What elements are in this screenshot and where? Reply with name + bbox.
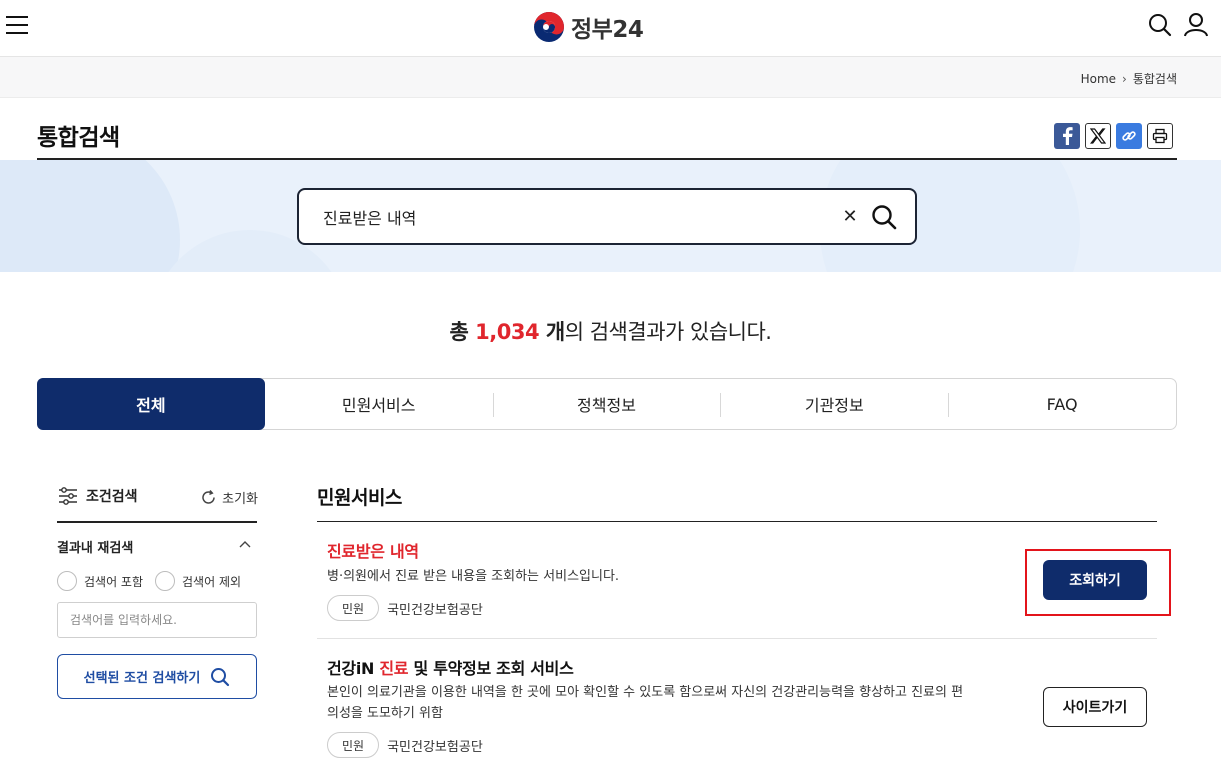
condition-search-button[interactable]: 선택된 조건 검색하기 [57,654,257,699]
filter-sliders-icon [59,487,77,505]
breadcrumb: Home › 통합검색 [1081,70,1177,87]
result-meta: 민원 국민건강보험공단 [327,595,483,621]
filter-title-label: 조건검색 [86,489,138,505]
breadcrumb-home[interactable]: Home [1081,72,1116,86]
share-toolbar [1054,123,1173,149]
condition-search-label: 선택된 조건 검색하기 [83,671,201,686]
result-divider [317,638,1157,639]
result-count-unit: 개 [539,320,565,344]
radio-circle[interactable] [57,571,77,591]
link-icon[interactable] [1116,123,1142,149]
refine-search-input[interactable] [57,602,257,638]
category-chip: 민원 [327,595,380,621]
search-icon[interactable] [1147,12,1173,38]
result-count: 총 1,034 개의 검색결과가 있습니다. [0,316,1221,346]
tab-agency-info[interactable]: 기관정보 [720,379,948,429]
logo-text: 정부24 [571,17,644,43]
tab-civil-services[interactable]: 민원서비스 [265,379,493,429]
breadcrumb-band: Home › 통합검색 [0,57,1221,98]
result-title-part: 건강iN [327,659,380,678]
result-meta: 민원 국민건강보험공단 [327,732,483,758]
result-item: 건강iN 진료 및 투약정보 조회 서비스 본인이 의료기관을 이용한 내역을 … [317,655,1157,765]
result-count-suffix: 의 검색결과가 있습니다. [564,320,772,344]
visit-site-button[interactable]: 사이트가기 [1043,687,1147,727]
radio-include-keyword[interactable]: 검색어 포함 [57,571,143,591]
chevron-up-icon[interactable] [236,536,254,552]
search-icon[interactable] [869,202,899,232]
clear-icon[interactable]: ✕ [839,204,861,230]
result-title-part: 및 투약정보 조회 서비스 [408,659,574,678]
search-icon [211,667,230,686]
print-icon[interactable] [1147,123,1173,149]
radio-include-label: 검색어 포함 [84,574,144,589]
site-header: 정부24 [0,0,1221,57]
filter-divider [57,521,257,523]
radio-exclude-label: 검색어 제외 [182,574,242,589]
section-divider [317,521,1157,522]
site-logo[interactable]: 정부24 [533,10,644,44]
tab-faq[interactable]: FAQ [948,379,1176,429]
x-icon[interactable] [1085,123,1111,149]
facebook-icon[interactable] [1054,123,1080,149]
chevron-right-icon: › [1122,71,1127,86]
result-count-prefix: 총 [449,320,476,344]
user-icon[interactable] [1183,12,1209,38]
category-chip: 민원 [327,732,380,758]
filter-header: 조건검색 초기화 [58,486,258,508]
category-tabs: 전체 민원서비스 정책정보 기관정보 FAQ [37,378,1177,430]
decor-circle [0,160,180,272]
filter-title: 조건검색 [58,486,138,506]
menu-icon[interactable] [6,16,28,36]
refine-options: 검색어 포함 검색어 제외 [57,571,241,591]
radio-circle[interactable] [155,571,176,591]
refresh-icon [202,490,215,504]
section-title: 민원서비스 [317,487,402,509]
result-description: 본인이 의료기관을 이용한 내역을 한 곳에 모아 확인할 수 있도록 함으로써… [327,685,964,700]
reset-button[interactable]: 초기화 [200,488,258,507]
radio-exclude-keyword[interactable]: 검색어 제외 [155,571,241,591]
tab-all[interactable]: 전체 [37,378,265,430]
search-input[interactable] [323,204,803,230]
view-button[interactable]: 조회하기 [1043,560,1147,600]
taegeuk-logo-icon [534,12,564,42]
result-count-number: 1,034 [475,320,540,344]
breadcrumb-current: 통합검색 [1132,72,1177,86]
tab-policy-info[interactable]: 정책정보 [492,379,721,429]
search-box: ✕ [297,188,917,245]
page-title: 통합검색 [37,125,120,151]
result-description: 의성을 도모하기 위함 [327,706,443,721]
reset-label: 초기화 [222,492,258,507]
result-title-highlight: 진료 [379,659,409,678]
agency-name: 국민건강보험공단 [387,602,483,618]
result-title[interactable]: 건강iN 진료 및 투약정보 조회 서비스 [327,655,574,679]
agency-name: 국민건강보험공단 [387,739,483,755]
refine-title: 결과내 재검색 [57,541,134,556]
result-description: 병·의원에서 진료 받은 내용을 조회하는 서비스입니다. [327,569,620,584]
result-title[interactable]: 진료받은 내역 [327,538,419,562]
